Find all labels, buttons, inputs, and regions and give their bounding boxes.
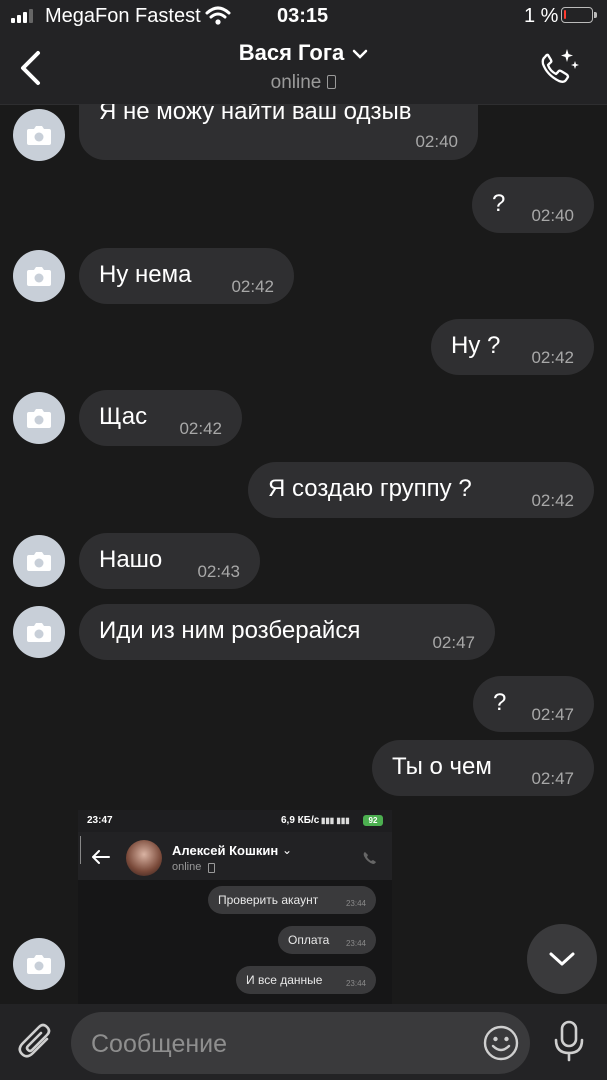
emoji-icon[interactable] xyxy=(483,1025,519,1061)
mobile-device-icon xyxy=(327,75,337,89)
embedded-message-bubble: Оплата 23:44 xyxy=(278,926,376,954)
image-message[interactable]: 23:47 6,9 КБ/с ▮▮▮ ▮▮▮ 92 Алексей Кошкин… xyxy=(78,810,392,1004)
chevron-down-icon xyxy=(353,49,368,59)
battery-percent: 1 % xyxy=(524,5,559,27)
message-bubble-outgoing[interactable]: ? 02:47 xyxy=(473,676,594,732)
message-input-bar: Сообщение xyxy=(0,1004,607,1080)
embedded-message-text: И все данные xyxy=(246,973,323,987)
camera-icon xyxy=(27,552,51,571)
avatar[interactable] xyxy=(13,938,65,990)
message-bubble-incoming[interactable]: Щас 02:42 xyxy=(79,390,242,446)
embedded-message-bubble: И все данные 23:44 xyxy=(236,966,376,994)
message-text: Нашо xyxy=(99,546,163,573)
avatar[interactable] xyxy=(13,606,65,658)
message-time: 02:42 xyxy=(179,419,222,438)
contact-status: online xyxy=(0,72,607,94)
avatar[interactable] xyxy=(13,250,65,302)
message-time: 02:40 xyxy=(415,132,458,151)
message-bubble-incoming[interactable]: Нашо 02:43 xyxy=(79,533,260,589)
avatar[interactable] xyxy=(13,109,65,161)
message-list[interactable]: Я не можу найти ваш одзыв 02:40 ? 02:40 … xyxy=(0,104,607,1004)
embedded-signal-icon: ▮▮▮ ▮▮▮ xyxy=(321,816,350,825)
status-label: online xyxy=(270,72,322,93)
microphone-icon[interactable] xyxy=(552,1020,586,1062)
camera-icon xyxy=(27,126,51,145)
message-text: Ну ? xyxy=(451,332,501,359)
paperclip-icon[interactable] xyxy=(18,1022,56,1062)
embedded-message-text: Проверить акаунт xyxy=(218,893,319,907)
embedded-chevron-down-icon: ⌄ xyxy=(282,843,293,857)
chat-header: Вася Гога online xyxy=(0,34,607,105)
avatar[interactable] xyxy=(13,535,65,587)
phone-call-icon[interactable] xyxy=(535,45,581,91)
embedded-phone-icon xyxy=(363,852,376,864)
message-time: 02:42 xyxy=(531,491,574,510)
message-text: Я не можу найти ваш одзыв xyxy=(99,104,412,125)
message-bubble-incoming[interactable]: Иди из ним розберайся 02:47 xyxy=(79,604,495,660)
message-bubble-outgoing[interactable]: ? 02:40 xyxy=(472,177,594,233)
message-input[interactable]: Сообщение xyxy=(71,1012,530,1074)
embedded-header: Алексей Кошкин ⌄ online xyxy=(78,832,392,880)
message-time: 02:47 xyxy=(531,769,574,788)
embedded-status-bar: 23:47 6,9 КБ/с ▮▮▮ ▮▮▮ 92 xyxy=(78,810,392,832)
wifi-icon xyxy=(205,6,231,25)
message-time: 02:40 xyxy=(531,206,574,225)
embedded-message-text: Оплата xyxy=(288,933,330,947)
embedded-mobile-icon xyxy=(208,863,215,873)
embedded-time: 23:47 xyxy=(87,815,113,826)
status-bar: MegaFon Fastest 03:15 1 % xyxy=(0,0,607,34)
message-text: Я создаю группу ? xyxy=(268,475,472,502)
embedded-message-time: 23:44 xyxy=(345,899,366,908)
message-bubble-outgoing[interactable]: Я создаю группу ? 02:42 xyxy=(248,462,594,518)
battery-icon xyxy=(561,7,597,23)
message-time: 02:42 xyxy=(531,348,574,367)
embedded-message-time: 23:44 xyxy=(345,939,366,948)
embedded-speed: 6,9 КБ/с xyxy=(281,815,320,826)
message-text: Ну нема xyxy=(99,261,192,288)
avatar[interactable] xyxy=(13,392,65,444)
message-text: ? xyxy=(492,190,506,217)
message-bubble-outgoing[interactable]: Ты о чем 02:47 xyxy=(372,740,594,796)
embedded-contact-name: Алексей Кошкин xyxy=(172,843,279,858)
scroll-down-button[interactable] xyxy=(527,924,597,994)
message-text: Щас xyxy=(99,403,148,430)
message-input-placeholder: Сообщение xyxy=(91,1030,228,1058)
message-text: Ты о чем xyxy=(392,753,492,780)
carrier-name: MegaFon Fastest xyxy=(45,5,201,27)
embedded-message-bubble: Проверить акаунт 23:44 xyxy=(208,886,376,914)
message-time: 02:42 xyxy=(231,277,274,296)
message-text: ? xyxy=(493,689,507,716)
message-time: 02:43 xyxy=(197,562,240,581)
message-bubble-incoming[interactable]: Ну нема 02:42 xyxy=(79,248,294,304)
message-bubble-incoming[interactable]: Я не можу найти ваш одзыв 02:40 xyxy=(79,104,478,160)
message-time: 02:47 xyxy=(432,633,475,652)
status-time: 03:15 xyxy=(277,5,329,27)
embedded-message-time: 23:44 xyxy=(345,979,366,988)
message-time: 02:47 xyxy=(531,705,574,724)
camera-icon xyxy=(27,267,51,286)
contact-name: Вася Гога xyxy=(238,40,345,65)
signal-strength-icon xyxy=(11,9,39,23)
embedded-battery: 92 xyxy=(363,815,383,826)
camera-icon xyxy=(27,409,51,428)
embedded-contact-avatar xyxy=(126,840,162,876)
message-bubble-outgoing[interactable]: Ну ? 02:42 xyxy=(431,319,594,375)
chevron-down-icon xyxy=(549,952,575,966)
contact-title[interactable]: Вася Гога xyxy=(0,40,607,66)
camera-icon xyxy=(27,623,51,642)
message-text: Иди из ним розберайся xyxy=(99,617,361,644)
camera-icon xyxy=(27,955,51,974)
embedded-contact-status: online xyxy=(172,861,202,873)
embedded-back-arrow-icon xyxy=(92,850,110,864)
